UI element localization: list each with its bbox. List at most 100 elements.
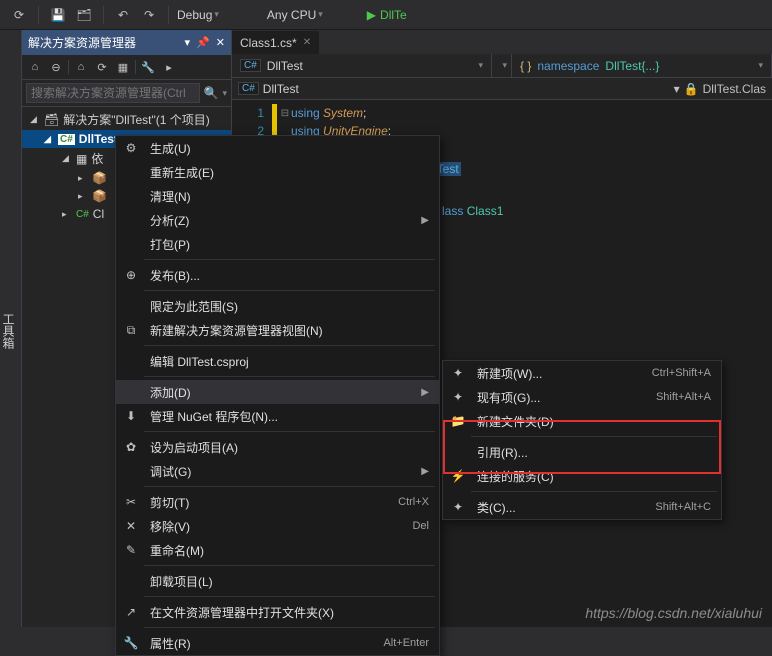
- menu-item[interactable]: ⬇管理 NuGet 程序包(N)...: [116, 404, 439, 428]
- menu-label: 分析(Z): [150, 212, 413, 229]
- breadcrumb-right[interactable]: DllTest.Clas: [703, 82, 766, 96]
- preview-icon[interactable]: ▸: [160, 58, 178, 76]
- menu-item[interactable]: ✂剪切(T)Ctrl+X: [116, 490, 439, 514]
- menu-separator: [144, 290, 435, 291]
- menu-label: 新建文件夹(D): [477, 413, 711, 430]
- menu-label: 在文件资源管理器中打开文件夹(X): [150, 604, 429, 621]
- refresh-icon[interactable]: ⟳: [93, 58, 111, 76]
- save-all-icon[interactable]: 🗂: [73, 4, 95, 26]
- menu-label: 重新生成(E): [150, 164, 429, 181]
- start-button[interactable]: ▶ DllTe: [367, 8, 407, 22]
- lock-icon: 🔒: [684, 82, 699, 96]
- menu-item[interactable]: ⊕发布(B)...: [116, 263, 439, 287]
- home2-icon[interactable]: ⌂: [72, 58, 90, 76]
- menu-item[interactable]: 调试(G)▶: [116, 459, 439, 483]
- search-caret-icon[interactable]: ▾: [222, 88, 227, 99]
- breadcrumb[interactable]: DllTest: [263, 82, 299, 96]
- watermark: https://blog.csdn.net/xialuhui: [585, 605, 762, 621]
- menu-separator: [144, 565, 435, 566]
- menu-item[interactable]: ✎ 重命名(M): [116, 538, 439, 562]
- menu-label: 限定为此范围(S): [150, 298, 429, 315]
- menu-item[interactable]: ✿设为启动项目(A): [116, 435, 439, 459]
- menu-separator: [471, 436, 717, 437]
- platform-dropdown[interactable]: Any CPU▾: [267, 8, 323, 22]
- play-icon: ▶: [367, 8, 376, 22]
- menu-shortcut: Shift+Alt+A: [656, 391, 711, 403]
- main-toolbar: ⟳ 💾 🗂 ↶ ↷ Debug▾ Any CPU▾ ▶ DllTe: [0, 0, 772, 30]
- menu-icon: 📁: [447, 414, 469, 428]
- menu-item[interactable]: 编辑 DllTest.csproj: [116, 349, 439, 373]
- save-icon[interactable]: 💾: [47, 4, 69, 26]
- collapse-icon[interactable]: ⊖: [47, 58, 65, 76]
- pin-icon[interactable]: 📌: [196, 36, 210, 49]
- tab-close-icon[interactable]: ✕: [303, 37, 311, 48]
- menu-item[interactable]: 添加(D) ▶: [116, 380, 439, 404]
- menu-item[interactable]: ✦类(C)...Shift+Alt+C: [443, 495, 721, 519]
- menu-item[interactable]: ✕移除(V)Del: [116, 514, 439, 538]
- properties-icon[interactable]: 🔧: [139, 58, 157, 76]
- menu-item[interactable]: 打包(P): [116, 232, 439, 256]
- fold-icon[interactable]: ⊟: [279, 108, 291, 119]
- redo-icon[interactable]: ↷: [138, 4, 160, 26]
- show-all-icon[interactable]: ▦: [114, 58, 132, 76]
- vertical-tab-strip[interactable]: 工具箱: [0, 30, 22, 627]
- menu-label: 连接的服务(C): [477, 468, 711, 485]
- file-tab[interactable]: Class1.cs* ✕: [232, 31, 319, 54]
- menu-label: 卸载项目(L): [150, 573, 429, 590]
- menu-icon: ✎: [120, 543, 142, 557]
- solution-node[interactable]: ◢ 🗃 解决方案"DllTest"(1 个项目): [22, 109, 231, 130]
- csharp-icon: C#: [240, 59, 261, 72]
- panel-title: 解决方案资源管理器: [28, 34, 136, 51]
- csharp-icon: C#: [238, 82, 259, 95]
- menu-icon: ⬇: [120, 409, 142, 423]
- menu-icon: ⊕: [120, 268, 142, 282]
- menu-item[interactable]: 重新生成(E): [116, 160, 439, 184]
- menu-item[interactable]: 限定为此范围(S): [116, 294, 439, 318]
- nav-namespace[interactable]: { } namespace DllTest{...} ▾: [512, 54, 772, 77]
- menu-label: 类(C)...: [477, 499, 647, 516]
- line-number: 1: [232, 106, 272, 120]
- menu-separator: [144, 431, 435, 432]
- menu-label: 新建项(W)...: [477, 365, 644, 382]
- menu-item[interactable]: 分析(Z)▶: [116, 208, 439, 232]
- nav-sep: ▾: [492, 54, 512, 77]
- menu-item[interactable]: 📁 新建文件夹(D): [443, 409, 721, 433]
- menu-label: 重命名(M): [150, 542, 429, 559]
- menu-item[interactable]: ✦现有项(G)...Shift+Alt+A: [443, 385, 721, 409]
- menu-separator: [144, 486, 435, 487]
- menu-item[interactable]: ↗在文件资源管理器中打开文件夹(X): [116, 600, 439, 624]
- home-icon[interactable]: ⌂: [26, 58, 44, 76]
- menu-label: 剪切(T): [150, 494, 390, 511]
- menu-shortcut: Ctrl+X: [398, 496, 429, 508]
- menu-icon: ✦: [447, 390, 469, 404]
- menu-item[interactable]: 卸载项目(L): [116, 569, 439, 593]
- menu-item[interactable]: ⚙生成(U): [116, 136, 439, 160]
- menu-item[interactable]: ✦新建项(W)...Ctrl+Shift+A: [443, 361, 721, 385]
- menu-item[interactable]: 清理(N): [116, 184, 439, 208]
- menu-item[interactable]: ⧉新建解决方案资源管理器视图(N): [116, 318, 439, 342]
- menu-icon: ✿: [120, 440, 142, 454]
- search-input[interactable]: [26, 83, 200, 103]
- menu-label: 添加(D): [150, 384, 413, 401]
- dropdown-icon[interactable]: ▾: [185, 36, 191, 49]
- config-dropdown[interactable]: Debug▾: [177, 8, 219, 22]
- menu-label: 属性(R): [150, 635, 375, 652]
- undo-icon[interactable]: ↶: [112, 4, 134, 26]
- sync-icon[interactable]: ⟳: [8, 4, 30, 26]
- menu-separator: [144, 345, 435, 346]
- menu-separator: [144, 376, 435, 377]
- menu-label: 编辑 DllTest.csproj: [150, 353, 429, 370]
- menu-label: 调试(G): [150, 463, 413, 480]
- chevron-right-icon: ▶: [421, 387, 429, 398]
- nav-project[interactable]: C# DllTest ▾: [232, 54, 492, 77]
- panel-toolbar: ⌂ ⊖ ⌂ ⟳ ▦ 🔧 ▸: [22, 55, 231, 80]
- menu-item[interactable]: 引用(R)...: [443, 440, 721, 464]
- deps-icon: ▦: [76, 152, 87, 166]
- menu-label: 打包(P): [150, 236, 429, 253]
- menu-item[interactable]: ⚡连接的服务(C): [443, 464, 721, 488]
- search-icon[interactable]: 🔍: [204, 86, 219, 100]
- menu-item[interactable]: 🔧属性(R)Alt+Enter: [116, 631, 439, 655]
- tab-bar: Class1.cs* ✕: [232, 30, 772, 54]
- close-icon[interactable]: ✕: [216, 36, 225, 49]
- csharp-icon: C#: [76, 209, 89, 220]
